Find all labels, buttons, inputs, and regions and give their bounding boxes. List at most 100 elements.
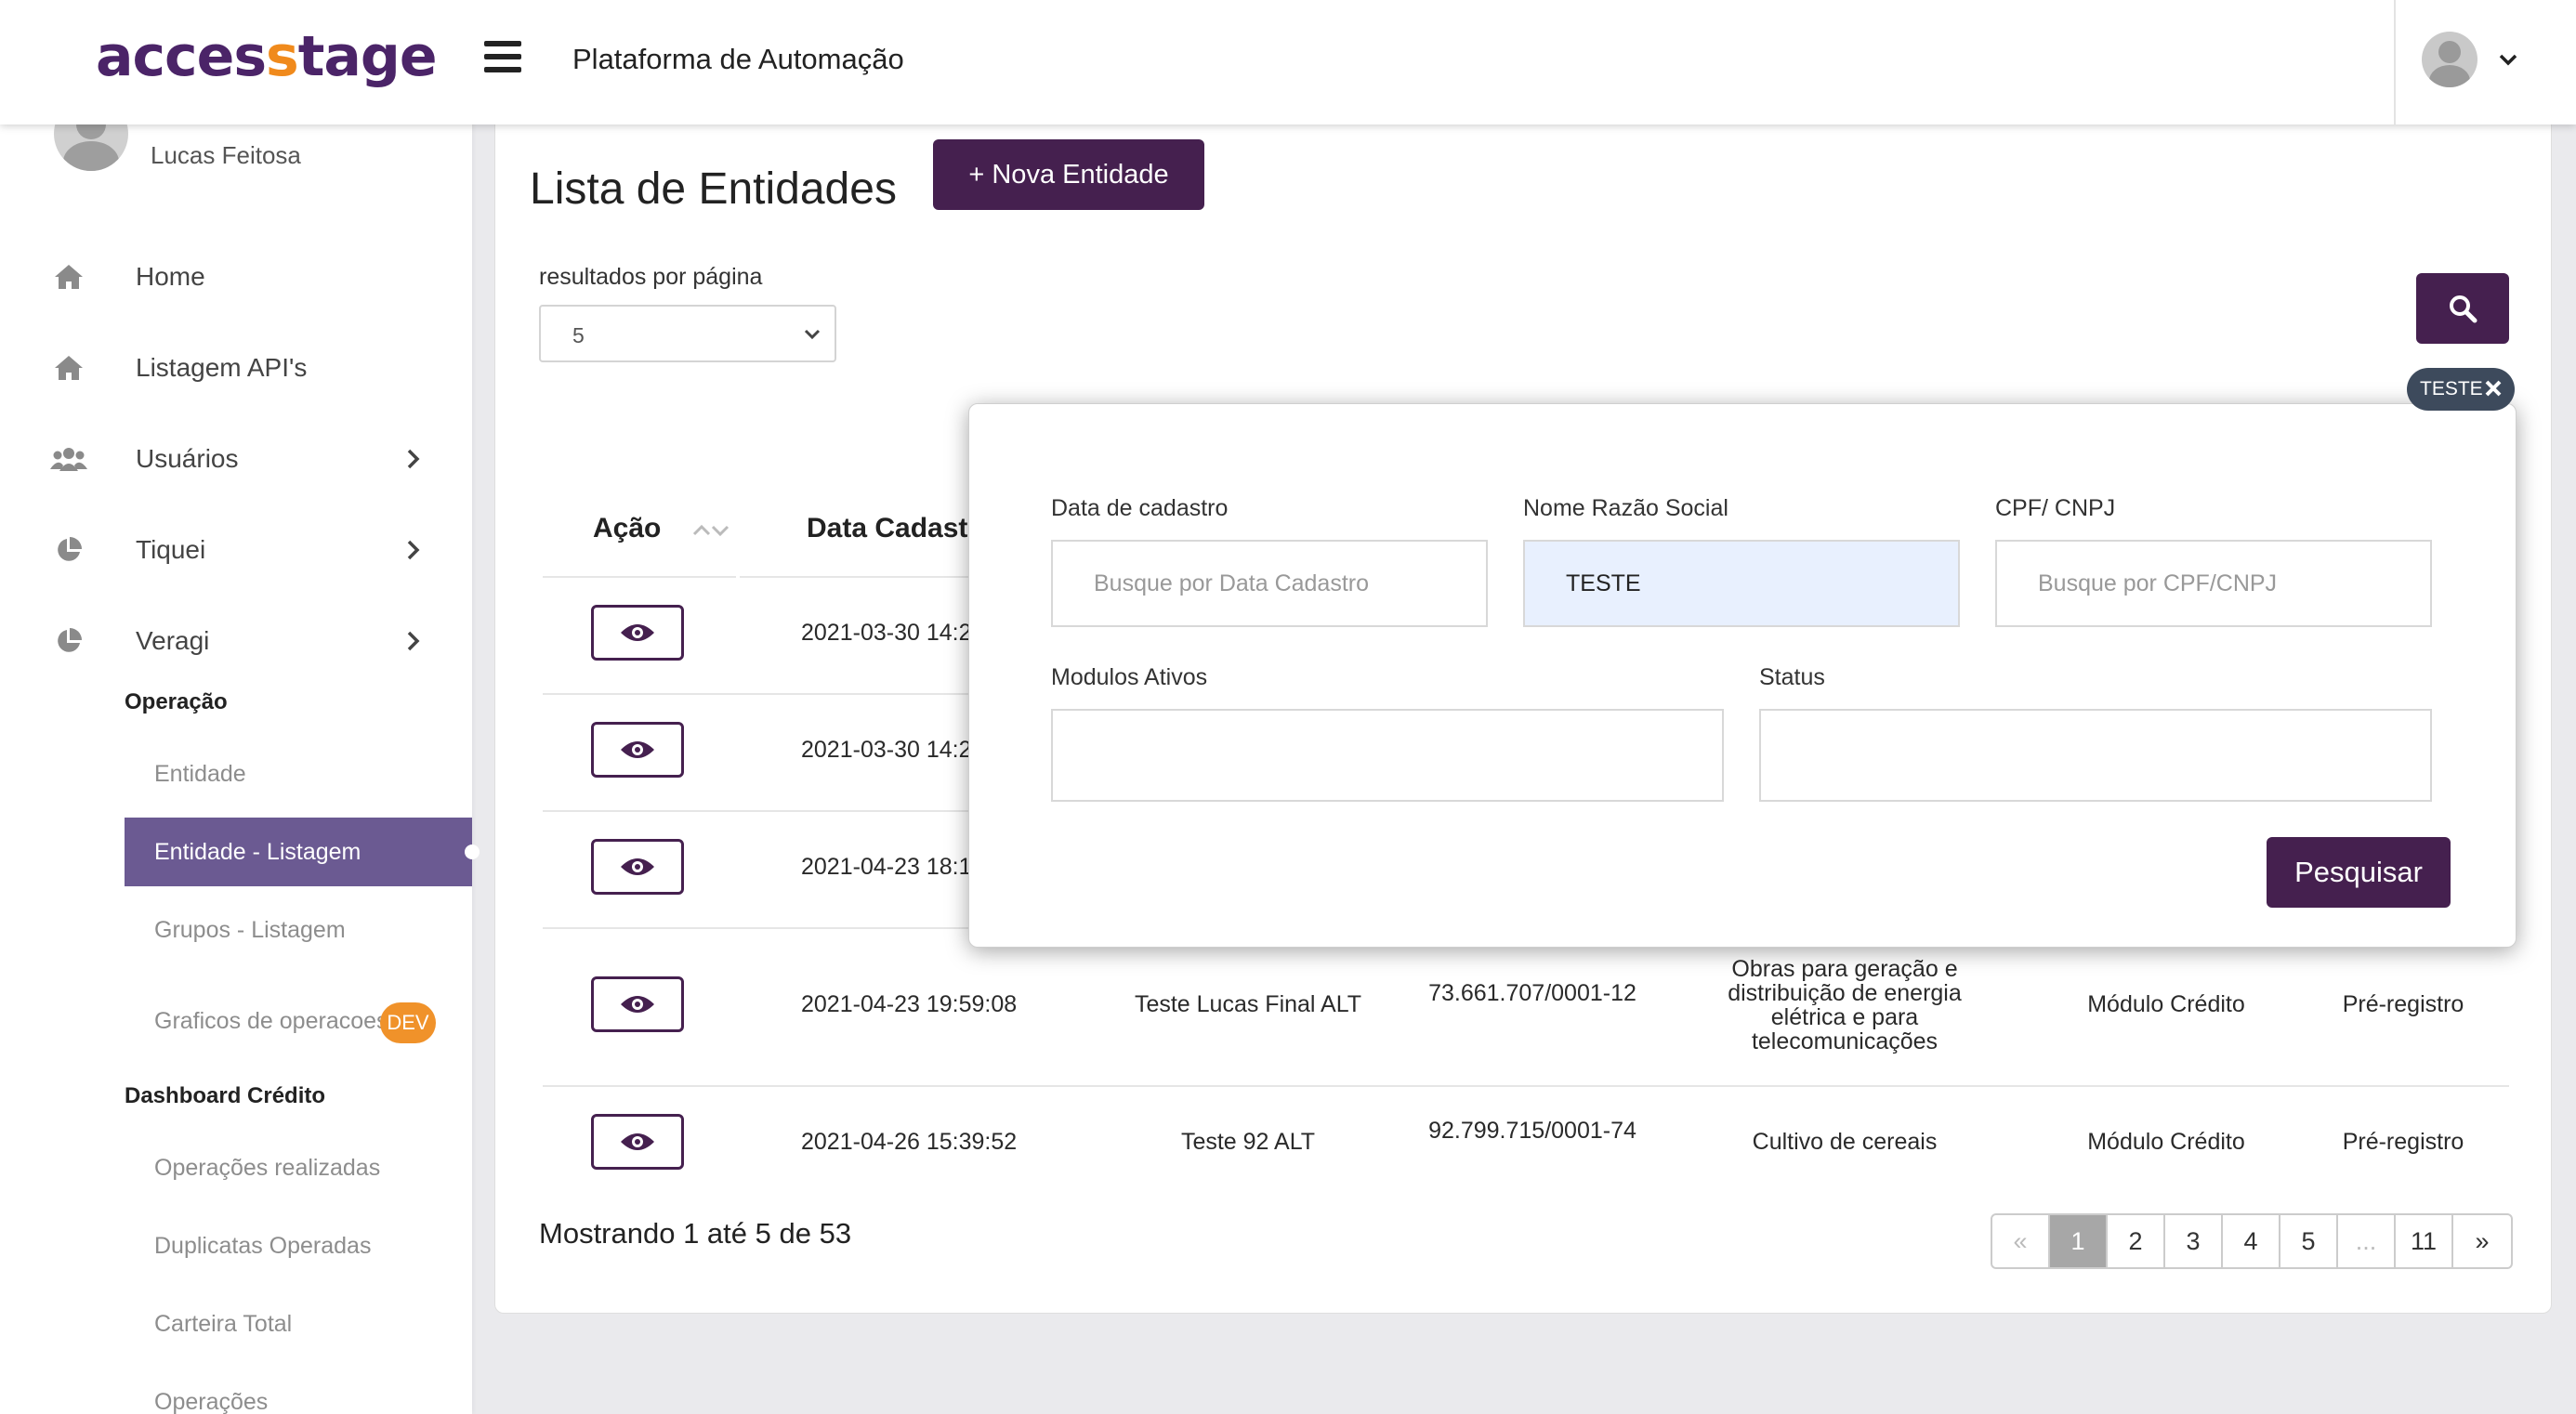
chevron-right-icon <box>407 540 420 560</box>
row-status: Pré-registro <box>2342 991 2464 1017</box>
section-heading-operacao: Operação <box>125 689 228 714</box>
modulos-ativos-select[interactable] <box>1051 709 1724 802</box>
eye-icon <box>621 1133 654 1150</box>
view-button[interactable] <box>591 605 684 661</box>
home-icon <box>50 262 87 292</box>
divider <box>543 1085 2509 1087</box>
user-menu[interactable] <box>2422 32 2518 87</box>
divider <box>2394 0 2396 124</box>
sidebar-subitem-operacoes[interactable]: Operações <box>125 1368 472 1414</box>
eye-icon <box>621 741 654 758</box>
sidebar-subitem-label: Entidade - Listagem <box>154 838 361 865</box>
view-button[interactable] <box>591 722 684 778</box>
filter-chip-label: TESTE <box>2420 378 2483 399</box>
column-header-data-cadastro[interactable]: Data Cadastr <box>807 513 979 544</box>
section-heading-dashboard: Dashboard Crédito <box>125 1083 326 1108</box>
logo-text-part: acces <box>96 24 267 89</box>
pie-chart-icon <box>50 626 87 656</box>
sidebar-subitem-entidade[interactable]: Entidade <box>125 740 472 808</box>
row-date: 2021-03-30 14:2 <box>801 620 972 646</box>
pagination: « 1 2 3 4 5 ... 11 » <box>1991 1213 2513 1269</box>
pagination-page[interactable]: 5 <box>2280 1215 2338 1267</box>
view-button[interactable] <box>591 1114 684 1170</box>
pagination-prev[interactable]: « <box>1992 1215 2050 1267</box>
row-nome: Teste Lucas Final ALT <box>1134 991 1362 1017</box>
results-per-page-value: 5 <box>572 323 585 347</box>
chevron-down-icon <box>2499 54 2517 66</box>
nome-razao-social-input[interactable]: TESTE <box>1523 540 1960 627</box>
results-per-page-select[interactable]: 5 <box>539 305 836 362</box>
pagination-page[interactable]: 4 <box>2223 1215 2280 1267</box>
row-atividade: Obras para geração e distribuição de ene… <box>1728 956 1962 1054</box>
column-header-acao[interactable]: Ação <box>593 513 661 544</box>
view-button[interactable] <box>591 839 684 895</box>
sidebar: Lucas Feitosa Home Listagem API's Usuári… <box>0 0 480 1414</box>
sidebar-subitem-duplicatas[interactable]: Duplicatas Operadas <box>125 1211 472 1280</box>
sidebar-username: Lucas Feitosa <box>151 141 301 169</box>
sidebar-item-usuarios[interactable]: Usuários <box>50 431 440 487</box>
pagination-page[interactable]: 2 <box>2108 1215 2165 1267</box>
row-cnpj: 92.799.715/0001-74 <box>1428 1118 1636 1144</box>
sidebar-item-veragi[interactable]: Veragi <box>50 613 440 669</box>
sidebar-item-label: Home <box>136 262 205 291</box>
sidebar-subitem-entidade-listagem[interactable]: Entidade - Listagem <box>125 818 480 886</box>
pagination-page[interactable]: 3 <box>2165 1215 2223 1267</box>
avatar <box>2422 32 2477 87</box>
row-status: Pré-registro <box>2342 1129 2464 1155</box>
cpf-cnpj-label: CPF/ CNPJ <box>1995 495 2116 521</box>
modulos-ativos-label: Modulos Ativos <box>1051 664 1208 690</box>
menu-toggle-icon[interactable] <box>484 41 521 72</box>
search-toggle-button[interactable] <box>2416 273 2509 344</box>
divider <box>543 576 736 578</box>
pie-chart-icon <box>50 535 87 565</box>
logo-text-part: tage <box>297 24 438 89</box>
chevron-right-icon <box>407 449 420 469</box>
row-modulo: Módulo Crédito <box>2087 1129 2245 1155</box>
row-date: 2021-03-30 14:2 <box>801 737 972 763</box>
search-icon <box>2450 295 2477 323</box>
pagination-ellipsis: ... <box>2338 1215 2396 1267</box>
new-entity-button[interactable]: + Nova Entidade <box>933 139 1204 210</box>
sidebar-subitem-operacoes-realizadas[interactable]: Operações realizadas <box>125 1133 472 1202</box>
nome-razao-social-label: Nome Razão Social <box>1523 495 1728 521</box>
eye-icon <box>621 858 654 875</box>
row-atividade: Cultivo de cereais <box>1752 1129 1938 1155</box>
close-icon[interactable] <box>2483 378 2504 399</box>
pagination-next[interactable]: » <box>2453 1215 2511 1267</box>
sidebar-item-label: Usuários <box>136 444 239 473</box>
sidebar-item-home[interactable]: Home <box>50 249 440 305</box>
row-date: 2021-04-23 19:59:08 <box>801 991 1018 1017</box>
sort-icon[interactable] <box>691 518 730 543</box>
logo-text-part: s <box>266 24 299 89</box>
eye-icon <box>621 996 654 1013</box>
status-label: Status <box>1759 664 1825 690</box>
sidebar-item-listagem-apis[interactable]: Listagem API's <box>50 340 440 396</box>
pesquisar-button[interactable]: Pesquisar <box>2267 837 2451 908</box>
sidebar-subitem-carteira-total[interactable]: Carteira Total <box>125 1290 472 1358</box>
cpf-cnpj-input[interactable]: Busque por CPF/CNPJ <box>1995 540 2432 627</box>
filter-chip: TESTE <box>2407 368 2515 411</box>
status-select[interactable] <box>1759 709 2432 802</box>
divider <box>740 576 972 578</box>
brand-logo[interactable]: accesstage <box>96 24 438 89</box>
dev-badge: DEV <box>380 1002 436 1043</box>
row-date: 2021-04-26 15:39:52 <box>801 1129 1018 1155</box>
pagination-summary: Mostrando 1 até 5 de 53 <box>539 1217 852 1250</box>
sidebar-item-label: Tiquei <box>136 535 206 564</box>
home-icon <box>50 353 87 383</box>
pagination-page[interactable]: 1 <box>2050 1215 2108 1267</box>
data-cadastro-input[interactable]: Busque por Data Cadastro <box>1051 540 1488 627</box>
sidebar-subitem-grupos-listagem[interactable]: Grupos - Listagem <box>125 896 472 964</box>
row-nome: Teste 92 ALT <box>1180 1129 1316 1155</box>
sidebar-item-label: Veragi <box>136 626 210 655</box>
view-button[interactable] <box>591 976 684 1032</box>
active-indicator-dot <box>465 844 480 859</box>
app-title: Plataforma de Automação <box>572 43 904 75</box>
eye-icon <box>621 624 654 641</box>
row-cnpj: 73.661.707/0001-12 <box>1428 980 1636 1006</box>
top-bar: accesstage Plataforma de Automação <box>0 0 2576 124</box>
data-cadastro-label: Data de cadastro <box>1051 495 1229 521</box>
sidebar-item-label: Listagem API's <box>136 353 308 382</box>
sidebar-item-tiquei[interactable]: Tiquei <box>50 522 440 578</box>
pagination-page[interactable]: 11 <box>2396 1215 2453 1267</box>
